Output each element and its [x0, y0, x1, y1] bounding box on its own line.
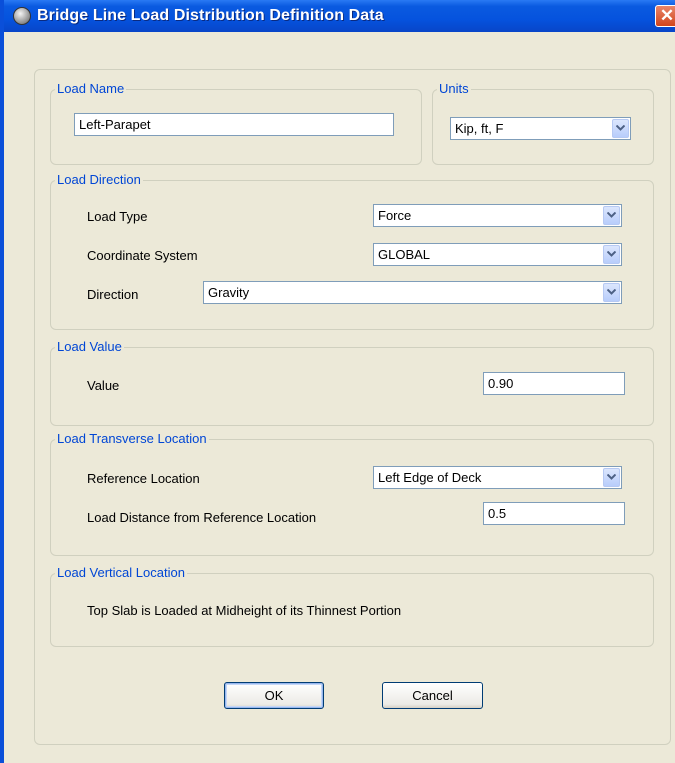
- vertical-location-text: Top Slab is Loaded at Midheight of its T…: [87, 603, 402, 618]
- units-legend: Units: [439, 81, 469, 96]
- cancel-button[interactable]: Cancel: [382, 682, 483, 709]
- coordinate-system-select[interactable]: GLOBAL: [373, 243, 622, 266]
- app-globe-icon: [13, 7, 31, 25]
- chevron-down-icon[interactable]: [603, 245, 620, 264]
- units-select-value: Kip, ft, F: [455, 121, 504, 136]
- load-type-label: Load Type: [87, 209, 148, 224]
- load-distance-input[interactable]: 0.5: [483, 502, 625, 525]
- transverse-location-legend: Load Transverse Location: [57, 431, 207, 446]
- value-label: Value: [87, 378, 120, 393]
- close-button[interactable]: ✕: [655, 5, 675, 27]
- value-input[interactable]: 0.90: [483, 372, 625, 395]
- reference-location-select[interactable]: Left Edge of Deck: [373, 466, 622, 489]
- coordinate-system-value: GLOBAL: [378, 247, 431, 262]
- dialog-window: Bridge Line Load Distribution Definition…: [0, 0, 675, 763]
- load-direction-legend: Load Direction: [57, 172, 141, 187]
- direction-label: Direction: [87, 287, 139, 302]
- reference-location-label: Reference Location: [87, 471, 200, 486]
- load-name-input[interactable]: Left-Parapet: [74, 113, 394, 136]
- ok-button[interactable]: OK: [224, 682, 324, 709]
- chevron-down-icon[interactable]: [603, 206, 620, 225]
- direction-value: Gravity: [208, 285, 250, 300]
- coordinate-system-label: Coordinate System: [87, 248, 198, 263]
- load-name-legend: Load Name: [57, 81, 125, 96]
- title-bar[interactable]: Bridge Line Load Distribution Definition…: [4, 0, 675, 32]
- load-type-value: Force: [378, 208, 412, 223]
- chevron-down-icon[interactable]: [612, 119, 629, 138]
- load-distance-label: Load Distance from Reference Location: [87, 510, 317, 525]
- chevron-down-icon[interactable]: [603, 283, 620, 302]
- load-value-legend: Load Value: [57, 339, 122, 354]
- load-type-select[interactable]: Force: [373, 204, 622, 227]
- units-select[interactable]: Kip, ft, F: [450, 117, 631, 140]
- chevron-down-icon[interactable]: [603, 468, 620, 487]
- window-title: Bridge Line Load Distribution Definition…: [37, 7, 384, 24]
- transverse-location-group: Load Transverse Location: [50, 432, 654, 556]
- reference-location-value: Left Edge of Deck: [378, 470, 482, 485]
- vertical-location-legend: Load Vertical Location: [57, 565, 185, 580]
- direction-select[interactable]: Gravity: [203, 281, 622, 304]
